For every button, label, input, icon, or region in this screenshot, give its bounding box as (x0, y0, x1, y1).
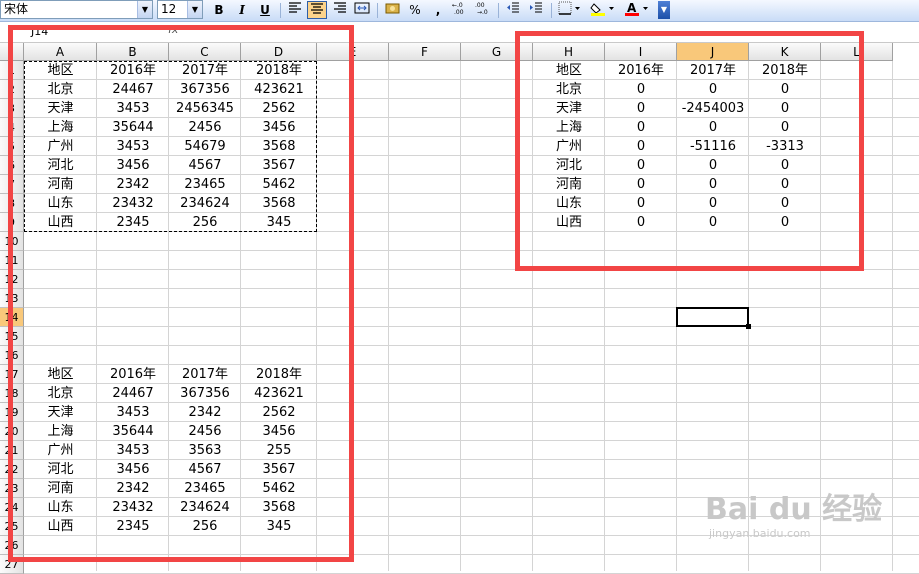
svg-text:←.0: ←.0 (452, 2, 463, 9)
comma-style-button[interactable]: , (428, 1, 448, 19)
baidu-watermark: Bai du 经验 jingyan.baidu.com (705, 493, 905, 563)
toolbar-separator (498, 3, 499, 18)
align-left-button[interactable] (285, 1, 305, 19)
chevron-down-icon[interactable]: ▼ (187, 1, 202, 18)
svg-text:.00: .00 (454, 9, 464, 15)
align-right-icon (334, 2, 346, 13)
increase-decimal-icon: ←.0.00 (452, 2, 464, 16)
italic-button[interactable]: I (232, 1, 252, 19)
bold-button[interactable]: B (209, 1, 229, 19)
font-color-button[interactable]: A (622, 1, 652, 19)
column-header-f[interactable]: F (389, 43, 461, 61)
formatting-toolbar: 宋体 ▼ 12 ▼ B I U % , ←.0.00 .00 →.0 A ▼ (0, 0, 919, 22)
paint-bucket-icon (590, 3, 614, 16)
decrease-indent-button[interactable] (503, 1, 523, 19)
grid-line (460, 61, 461, 571)
watermark-text: Bai du 经验 (705, 492, 883, 527)
svg-text:A: A (627, 1, 637, 15)
toolbar-options-icon[interactable]: ▼ (658, 1, 670, 19)
fill-color-button[interactable] (588, 1, 618, 19)
decrease-indent-icon (507, 2, 519, 13)
increase-indent-button[interactable] (526, 1, 546, 19)
font-name-value: 宋体 (4, 2, 29, 16)
merge-center-button[interactable] (352, 1, 372, 19)
active-cell[interactable] (676, 307, 749, 327)
increase-decimal-button[interactable]: ←.0.00 (450, 1, 470, 19)
font-size-select[interactable]: 12 ▼ (157, 0, 203, 19)
align-left-icon (289, 2, 301, 13)
currency-icon (385, 3, 400, 14)
increase-indent-icon (530, 2, 542, 13)
borders-icon (558, 1, 580, 15)
highlight-box-right (515, 31, 864, 271)
svg-text:.00: .00 (475, 2, 485, 9)
font-name-select[interactable]: 宋体 ▼ (0, 0, 153, 19)
decrease-decimal-button[interactable]: .00 →.0 (473, 1, 493, 19)
merge-cells-icon (354, 2, 370, 14)
font-size-value: 12 (161, 2, 177, 16)
grid-line (388, 61, 389, 571)
decrease-decimal-icon: .00→.0 (475, 2, 488, 16)
highlight-box-left (8, 25, 354, 562)
percent-button[interactable]: % (405, 1, 425, 19)
chevron-down-icon[interactable]: ▼ (137, 1, 152, 18)
watermark-url: jingyan.baidu.com (709, 527, 811, 540)
underline-button[interactable]: U (255, 1, 275, 19)
align-center-button[interactable] (307, 1, 327, 19)
toolbar-separator (377, 3, 378, 18)
align-right-button[interactable] (330, 1, 350, 19)
toolbar-separator (551, 3, 552, 18)
currency-button[interactable] (383, 1, 403, 19)
align-center-icon (311, 3, 323, 14)
font-color-icon: A (625, 1, 648, 16)
svg-text:→.0: →.0 (477, 9, 488, 15)
fill-handle[interactable] (746, 324, 751, 329)
borders-button[interactable] (556, 1, 584, 19)
toolbar-separator (280, 3, 281, 18)
